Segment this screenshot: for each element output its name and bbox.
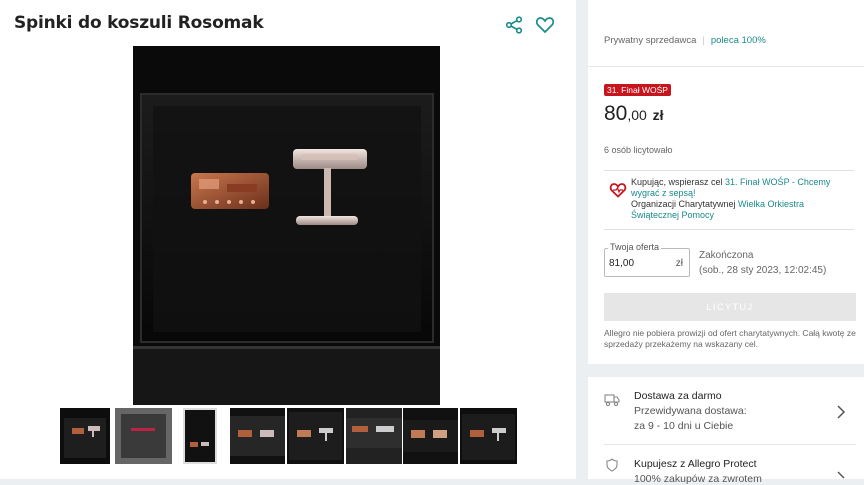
- thumbnail[interactable]: [183, 408, 217, 464]
- bid-button[interactable]: LICYTUJ: [604, 293, 856, 321]
- delivery-estimate-label: Przewidywana dostawa:: [634, 405, 747, 417]
- offer-currency: zł: [675, 258, 683, 269]
- share-icon[interactable]: [505, 16, 523, 34]
- separator: |: [702, 35, 705, 46]
- charity-prefix: Kupując, wspierasz cel: [631, 177, 726, 187]
- thumbnail[interactable]: [60, 408, 110, 464]
- protect-subtitle: 100% zakupów za zwrotem: [634, 473, 762, 485]
- seller-type: Prywatny sprzedawca: [604, 35, 697, 46]
- divider: [588, 66, 864, 67]
- thumbnail-strip: [60, 408, 520, 464]
- heart-charity-icon: [609, 183, 627, 198]
- auction-end-date: (sob., 28 sty 2023, 12:02:45): [699, 265, 827, 276]
- seller-info: Prywatny sprzedawca | poleca 100%: [604, 35, 766, 46]
- thumbnail[interactable]: [460, 408, 517, 464]
- charity-org-prefix: Organizacji Charytatywnej: [631, 199, 739, 209]
- thumbnail[interactable]: [115, 408, 172, 464]
- purchase-panel: Prywatny sprzedawca | poleca 100% 31. Fina…: [588, 0, 864, 364]
- divider: [604, 444, 856, 445]
- price: 80,00 zł: [604, 102, 664, 126]
- charity-note: Allegro nie pobiera prowizji od ofert ch…: [604, 328, 856, 349]
- offer-label: Twoja oferta: [608, 242, 662, 252]
- shield-icon: [606, 458, 618, 472]
- offer-input[interactable]: 81,00 zł: [604, 248, 690, 277]
- heart-icon[interactable]: [535, 15, 555, 35]
- chevron-right-icon[interactable]: [836, 405, 846, 419]
- wosp-badge: 31. Finał WOŚP: [604, 84, 671, 96]
- delivery-estimate: za 9 - 10 dni u Ciebie: [634, 420, 734, 432]
- chevron-right-icon[interactable]: [836, 471, 846, 479]
- thumbnail[interactable]: [403, 408, 458, 464]
- bid-count: 6 osób licytowało: [604, 145, 673, 155]
- offer-value: 81,00: [609, 258, 635, 269]
- auction-status: Zakończona: [699, 250, 754, 261]
- charity-info: Kupując, wspierasz cel 31. Finał WOŚP - …: [604, 170, 854, 230]
- thumbnail[interactable]: [287, 408, 344, 464]
- cufflinks-photo: [133, 46, 440, 405]
- seller-recommend[interactable]: poleca 100%: [711, 35, 766, 46]
- protect-title: Kupujesz z Allegro Protect: [634, 458, 757, 470]
- price-main: 80: [604, 102, 628, 125]
- product-title: Spinki do koszuli Rosomak: [14, 13, 264, 33]
- delivery-title: Dostawa za darmo: [634, 390, 722, 402]
- price-decimals: ,00: [627, 107, 647, 123]
- price-currency: zł: [652, 107, 664, 123]
- thumbnail[interactable]: [346, 408, 402, 464]
- thumbnail[interactable]: [230, 408, 285, 464]
- gallery-section: Spinki do koszuli Rosomak: [0, 0, 576, 479]
- truck-icon: [604, 394, 620, 407]
- main-product-image[interactable]: [133, 46, 440, 405]
- delivery-panel: Dostawa za darmo Przewidywana dostawa: z…: [588, 377, 864, 485]
